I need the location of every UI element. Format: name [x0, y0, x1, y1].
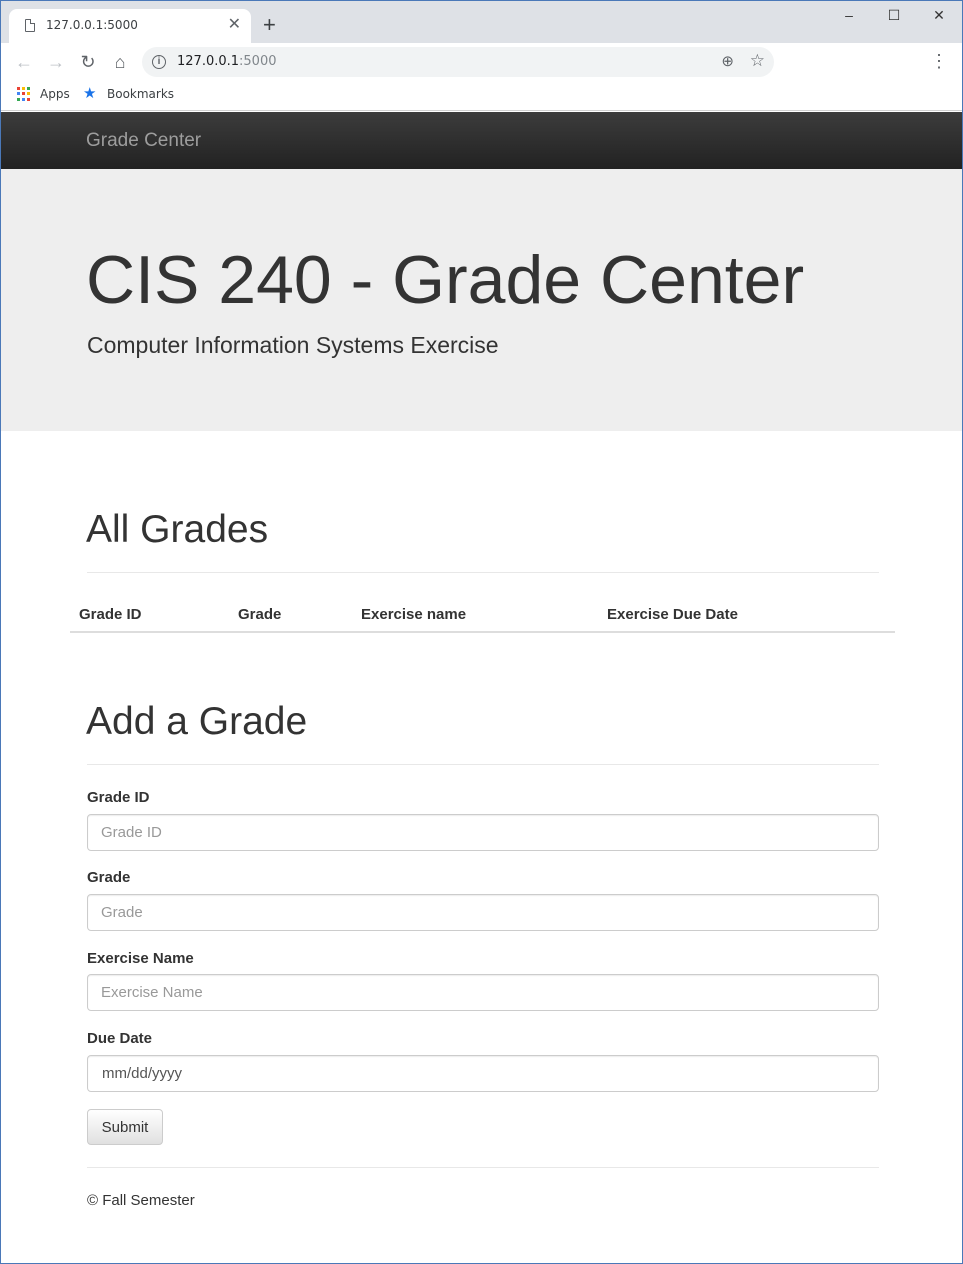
zoom-icon[interactable]: ⊕	[721, 52, 734, 70]
browser-toolbar: ← → ↻ ⌂ i 127.0.0.1:5000 ⊕ ☆ ⋮	[1, 43, 962, 81]
grade-id-input[interactable]	[87, 814, 879, 851]
tab-close-icon[interactable]: ✕	[228, 16, 241, 34]
column-header: Grade ID	[70, 597, 229, 633]
apps-icon[interactable]	[17, 87, 31, 101]
new-tab-button[interactable]: +	[263, 14, 276, 36]
due-date-label: Due Date	[87, 1030, 153, 1047]
page-subtitle: Computer Information Systems Exercise	[87, 332, 499, 358]
jumbotron: CIS 240 - Grade Center Computer Informat…	[1, 169, 962, 431]
divider	[87, 764, 879, 765]
table-header-row: Grade ID Grade Exercise name Exercise Du…	[70, 597, 895, 633]
apps-link[interactable]: Apps	[40, 87, 70, 101]
grade-id-label: Grade ID	[87, 789, 150, 806]
navbar-brand[interactable]: Grade Center	[86, 130, 201, 152]
back-button[interactable]: ←	[13, 51, 35, 73]
page-title: CIS 240 - Grade Center	[86, 242, 805, 318]
add-grade-heading: Add a Grade	[86, 700, 308, 743]
bookmarks-link[interactable]: Bookmarks	[107, 87, 174, 101]
divider	[87, 1167, 879, 1168]
browser-menu-icon[interactable]: ⋮	[930, 52, 948, 70]
submit-button[interactable]: Submit	[87, 1109, 163, 1145]
browser-window: 127.0.0.1:5000 ✕ + – ☐ ✕ ← → ↻ ⌂ i 127.0…	[0, 0, 963, 1264]
tab-title: 127.0.0.1:5000	[46, 18, 138, 32]
column-header: Grade	[229, 597, 352, 633]
footer-text: © Fall Semester	[87, 1192, 195, 1209]
info-icon[interactable]: i	[152, 55, 166, 69]
forward-button[interactable]: →	[45, 51, 67, 73]
all-grades-heading: All Grades	[86, 508, 269, 551]
navbar: Grade Center	[1, 112, 962, 169]
home-button[interactable]: ⌂	[109, 51, 131, 73]
exercise-name-input[interactable]	[87, 974, 879, 1011]
bookmark-star-icon[interactable]: ☆	[750, 51, 765, 71]
bookmarks-star-icon: ★	[83, 85, 97, 102]
grade-label: Grade	[87, 869, 131, 886]
browser-tab[interactable]: 127.0.0.1:5000 ✕	[9, 9, 251, 43]
address-bar[interactable]: i 127.0.0.1:5000 ⊕ ☆	[142, 47, 774, 77]
close-window-button[interactable]: ✕	[924, 6, 954, 24]
url-text[interactable]: 127.0.0.1:5000	[177, 54, 277, 69]
column-header: Exercise Due Date	[598, 597, 895, 633]
bookmarks-bar: Apps ★ Bookmarks	[1, 81, 962, 111]
tab-strip: 127.0.0.1:5000 ✕ + – ☐ ✕	[1, 1, 962, 43]
maximize-button[interactable]: ☐	[879, 6, 909, 24]
due-date-input[interactable]: mm/dd/yyyy	[87, 1055, 879, 1092]
reload-button[interactable]: ↻	[77, 51, 99, 73]
grades-table: Grade ID Grade Exercise name Exercise Du…	[70, 597, 895, 633]
page-icon	[25, 19, 35, 32]
column-header: Exercise name	[352, 597, 598, 633]
divider	[87, 572, 879, 573]
grade-input[interactable]	[87, 894, 879, 931]
minimize-button[interactable]: –	[834, 6, 864, 24]
exercise-name-label: Exercise Name	[87, 950, 194, 967]
